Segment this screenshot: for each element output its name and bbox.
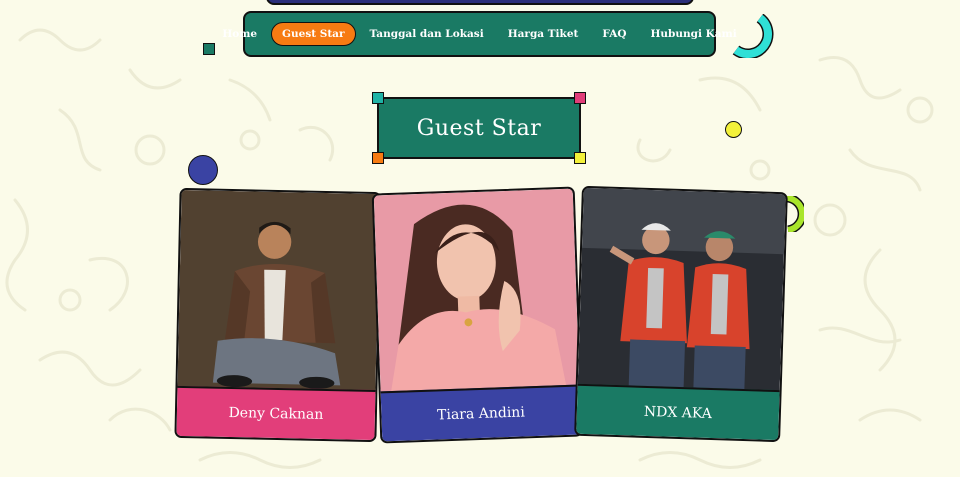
guest-name-bar-1: Deny Caknan bbox=[176, 385, 376, 441]
guest-name-bar-2: Tiara Andini bbox=[380, 384, 582, 442]
guest-name-tiara-andini: Tiara Andini bbox=[436, 404, 526, 424]
top-banner-strip bbox=[266, 0, 694, 5]
guest-name-bar-3: NDX AKA bbox=[576, 383, 780, 441]
guest-card-deny-caknan[interactable]: Deny Caknan bbox=[174, 187, 382, 443]
nav-harga-tiket[interactable]: Harga Tiket bbox=[498, 23, 589, 45]
nav-hubungi-kami[interactable]: Hubungi Kami bbox=[641, 23, 747, 45]
guest-photo-tiara bbox=[373, 188, 580, 396]
guest-name-deny-caknan: Deny Caknan bbox=[228, 404, 324, 423]
nav-tanggal-lokasi[interactable]: Tanggal dan Lokasi bbox=[360, 23, 494, 45]
guest-name-ndx-aka: NDX AKA bbox=[643, 403, 713, 423]
nav-faq[interactable]: FAQ bbox=[592, 23, 636, 45]
title-corner-orange bbox=[372, 152, 384, 164]
guest-card-tiara-andini[interactable]: Tiara Andini bbox=[371, 186, 584, 444]
section-title-box: Guest Star bbox=[377, 97, 581, 159]
title-corner-teal bbox=[372, 92, 384, 104]
section-title: Guest Star bbox=[416, 115, 542, 141]
yellow-dot bbox=[725, 121, 742, 138]
title-corner-pink bbox=[574, 92, 586, 104]
title-corner-yellow bbox=[574, 152, 586, 164]
main-navbar: Home Guest Star Tanggal dan Lokasi Harga… bbox=[222, 11, 737, 57]
nav-guest-star[interactable]: Guest Star bbox=[271, 22, 356, 46]
nav-home[interactable]: Home bbox=[212, 23, 267, 45]
small-green-square bbox=[203, 43, 215, 55]
blue-circle bbox=[188, 155, 218, 185]
guest-photo-ndx-aka bbox=[577, 187, 786, 395]
guest-photo-deny bbox=[177, 189, 380, 395]
guest-card-ndx-aka[interactable]: NDX AKA bbox=[574, 185, 788, 443]
